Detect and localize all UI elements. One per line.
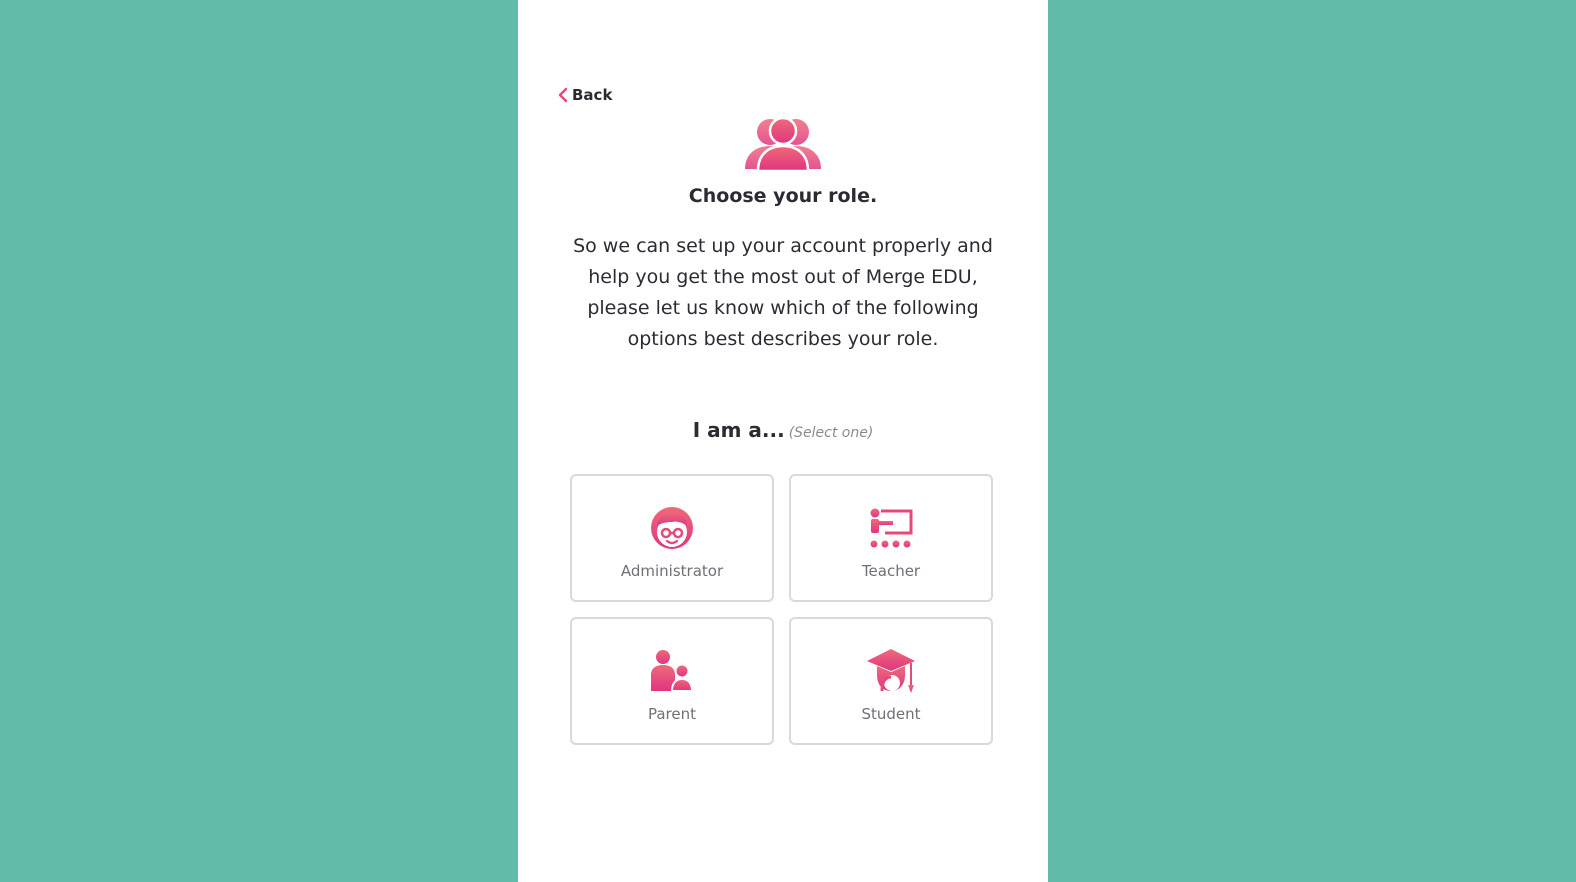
role-card-parent[interactable]: Parent xyxy=(570,617,774,745)
role-card-label: Administrator xyxy=(620,562,724,580)
role-card-label: Parent xyxy=(647,705,697,723)
role-prompt-main: I am a... xyxy=(692,418,785,442)
parent-icon xyxy=(651,650,694,692)
role-card-student[interactable]: Student xyxy=(789,617,993,745)
users-group-icon xyxy=(745,116,821,173)
role-prompt: I am a... (Select one) xyxy=(518,418,1048,442)
administrator-icon xyxy=(651,507,693,549)
chevron-left-icon xyxy=(558,87,568,103)
teacher-icon xyxy=(870,508,913,548)
page-title: Choose your role. xyxy=(688,185,878,207)
role-card-label: Student xyxy=(861,705,921,723)
back-label: Back xyxy=(572,86,613,104)
role-card-teacher[interactable]: Teacher xyxy=(789,474,993,602)
back-button[interactable]: Back xyxy=(558,86,612,104)
role-card-administrator[interactable]: Administrator xyxy=(570,474,774,602)
role-card-label: Teacher xyxy=(861,562,921,580)
student-icon xyxy=(867,649,915,693)
signup-panel: Back Choose your role. So we can set up … xyxy=(518,0,1048,882)
role-prompt-hint: (Select one) xyxy=(788,425,874,441)
page-description: So we can set up your account properly a… xyxy=(573,235,993,350)
